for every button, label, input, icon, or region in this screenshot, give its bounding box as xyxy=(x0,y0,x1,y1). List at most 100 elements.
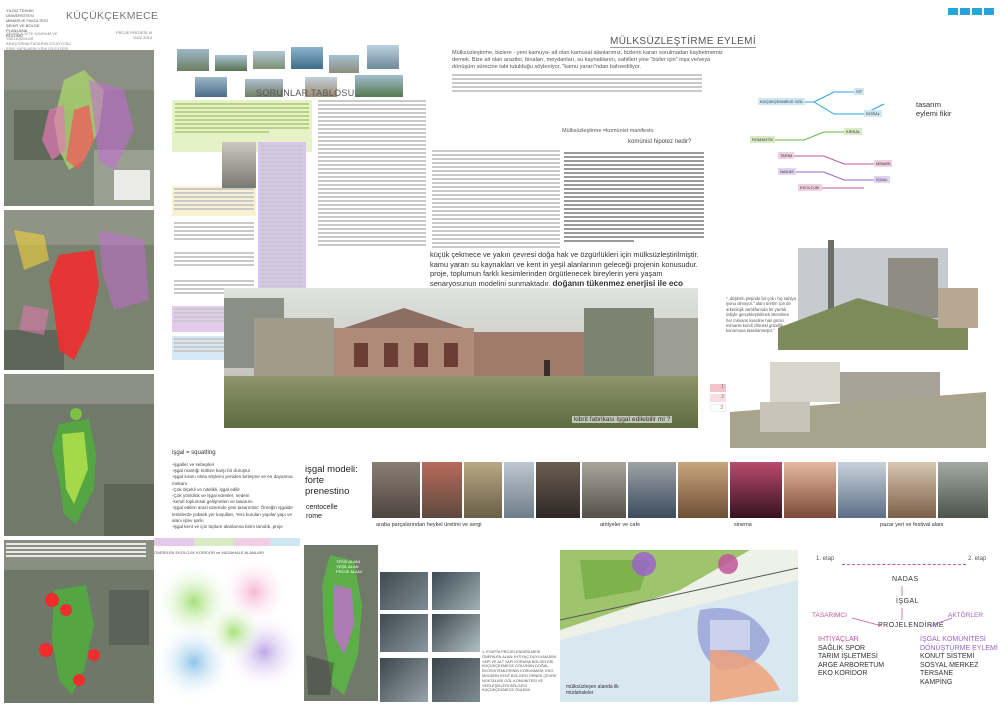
site-plan: mülksüzleşen alanda ilk müdahaleler xyxy=(560,550,798,702)
photo-thumb xyxy=(290,46,324,70)
flow-box: KÜÇÜKÇEKMECE GÖL xyxy=(758,98,806,105)
small-map xyxy=(380,614,428,652)
bar-segment xyxy=(270,538,300,546)
bottom-left-overlay-text xyxy=(6,543,146,559)
flow-diagram: KÜÇÜKÇEKMECE GÖL SİT DOĞAL KIRSAL ROMANT… xyxy=(744,84,944,204)
isgal-item: -işgal sıranı olma söylemi yeniden birle… xyxy=(172,474,293,486)
flow-box: SİT xyxy=(854,88,865,95)
panorama-caption: kibrit fabrikası işgal edilebilir mi ? xyxy=(572,416,673,423)
flow-box: EKOLOJİK xyxy=(798,184,822,191)
strip-photo xyxy=(888,462,936,518)
needs-item: TARIM İŞLETMESİ xyxy=(818,653,878,661)
map-1-graphic xyxy=(4,50,154,206)
isgal-item: -işgal edilen arazi üzerinde yeni tasarı… xyxy=(172,505,293,523)
small-maps xyxy=(380,572,480,704)
flow-box: İŞGAL xyxy=(874,176,890,183)
info-line: ŞEHİRCİLİKTE KAVRAM VE YAKLAŞIMLAR xyxy=(6,31,58,41)
flow-box: ROMANTİK xyxy=(750,136,776,143)
bar-segment xyxy=(154,538,194,546)
manifesto-heading: Mülksüzleştirme =komünist manifesto xyxy=(562,128,654,134)
bar-segment xyxy=(234,538,270,546)
collage-2-graphic xyxy=(730,352,986,448)
site-label: mülksüzleşen alanda ilk müdahaleler xyxy=(566,684,619,696)
flow-box: MİMARİ xyxy=(874,160,893,167)
stages-diagram: 1. etap 2. etap NADAS İŞGAL TASARIMCI AK… xyxy=(802,550,998,704)
site-plan-graphic xyxy=(560,550,798,702)
isgal-item: -işgal kent ve için toplum alanlarına bi… xyxy=(172,524,283,530)
info-line: YILDIZ TEKNİK ÜNİVERSİTESİ xyxy=(6,8,34,18)
caption-pazar: pazar yeri ve festival alanı xyxy=(880,522,944,528)
side-numbers: 1 2 3 xyxy=(710,384,726,412)
page-title: KÜÇÜKÇEKMECE xyxy=(66,10,159,22)
map-legend-item: PROJE ALANI xyxy=(336,569,362,574)
caption-araba: araba parçalarından heykel üretimi ve se… xyxy=(376,522,482,528)
isgal-formula: işgal = squatting xyxy=(172,450,216,456)
satellite-map-4 xyxy=(4,540,154,703)
needs-item: SAĞLIK SPOR xyxy=(818,644,866,652)
photo-thumb xyxy=(328,54,360,74)
photo-thumb xyxy=(214,54,248,72)
isgal-model-title: işgal modeli: forte prenestino xyxy=(305,464,358,497)
strip-photo xyxy=(422,462,462,518)
strip-photo xyxy=(730,462,782,518)
photo-thumb xyxy=(252,50,286,70)
strip-photo xyxy=(582,462,626,518)
right-quote: "..düşlerin peşinde bir çok ı hiç sahiya… xyxy=(726,296,796,334)
needs-list: İHTİYAÇLAR SAĞLIK SPOR TARIM İŞLETMESİ A… xyxy=(818,636,884,679)
community-item: DÖNÜŞTÜRME EYLEMİ xyxy=(920,644,998,652)
satellite-map-3 xyxy=(4,374,154,536)
number-box: 3 xyxy=(710,404,726,412)
manifesto-text xyxy=(564,152,704,246)
intro-paragraph-2 xyxy=(452,74,702,94)
satellite-map-2 xyxy=(4,210,154,370)
small-map xyxy=(432,614,480,652)
header-block: YILDIZ TEKNİK ÜNİVERSİTESİ MİMARLIK FAKÜ… xyxy=(4,4,158,51)
isgal-model-place: centocelle rome xyxy=(306,504,338,520)
square-icon xyxy=(948,8,958,15)
map-2-graphic xyxy=(4,210,154,370)
bottom-caption: 1. ETAPTA PROJELENDİRİLMESİ ÖNERİLEN ALA… xyxy=(482,650,557,693)
bar-segment xyxy=(194,538,234,546)
community-item: İŞGAL KOMÜNİTESİ xyxy=(920,636,986,643)
strip-photo xyxy=(838,462,886,518)
text-column-2 xyxy=(432,150,560,250)
strip-photo xyxy=(628,462,676,518)
panorama-photo xyxy=(224,288,698,428)
square-icon xyxy=(984,8,994,15)
right-collage-2 xyxy=(730,352,986,448)
caption-atolye: atölyeler ve cafe xyxy=(600,522,641,528)
strip-photo xyxy=(784,462,836,518)
community-item: TERSANE xyxy=(920,670,954,678)
community-list: İŞGAL KOMÜNİTESİ DÖNÜŞTÜRME EYLEMİ KONUT… xyxy=(920,636,998,688)
panorama-graphic xyxy=(224,288,698,428)
info-line: GÜZ 2013 xyxy=(133,35,152,40)
square-icon xyxy=(972,8,982,15)
intro-text: Mülksüzleştirme, bizlere - yeni kamuya- … xyxy=(452,50,723,71)
text-column xyxy=(318,100,426,252)
header-squares xyxy=(948,8,996,16)
number-box: 1 xyxy=(710,384,726,392)
isgal-list: -işgaller ve sebepleri -işgal mantığı kü… xyxy=(172,462,294,530)
small-map xyxy=(432,572,480,610)
flow-box: NADAS xyxy=(778,168,796,175)
manifesto-question: komünist hipotez nedir? xyxy=(628,139,692,145)
square-icon xyxy=(960,8,970,15)
community-item: KAMPİNG xyxy=(920,678,953,686)
small-map xyxy=(432,658,480,702)
map-3-graphic xyxy=(4,374,154,536)
community-item: KONUT SİSTEMİ xyxy=(920,653,975,661)
small-map xyxy=(380,572,428,610)
corridor-chart: ÖNERİLEN EKOLOJİK KORİDOR ve MÜDAHALE AL… xyxy=(154,538,300,560)
blur-map xyxy=(154,557,304,702)
strip-photo xyxy=(464,462,502,518)
flow-box: DOĞAL xyxy=(864,110,883,117)
strip-photo xyxy=(536,462,580,518)
green-area-map: TESİS ALANI YEŞİL ALAN PROJE ALANI xyxy=(304,545,378,701)
flow-box: TARIM xyxy=(778,152,795,159)
needs-item: İHTİYAÇLAR xyxy=(818,636,859,643)
photo-thumb xyxy=(194,76,228,98)
flow-title: tasarım eylemi fikir xyxy=(916,100,952,118)
strip-photo xyxy=(504,462,534,518)
photo-thumb xyxy=(176,48,210,72)
strip-photo xyxy=(938,462,988,518)
